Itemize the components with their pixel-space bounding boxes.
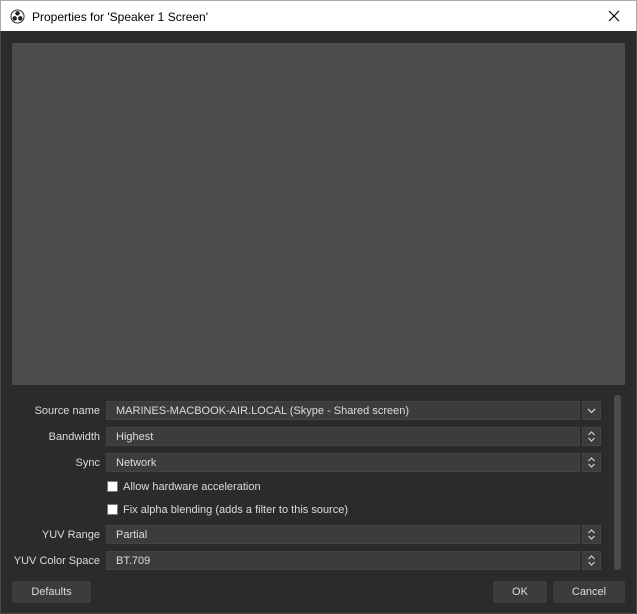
bandwidth-value: Highest	[116, 431, 154, 443]
fix-alpha-blending-checkbox[interactable]	[107, 504, 118, 515]
bandwidth-select[interactable]: Highest	[106, 427, 580, 446]
sync-label: Sync	[75, 457, 100, 469]
fix-alpha-blending-label[interactable]: Fix alpha blending (adds a filter to thi…	[123, 504, 348, 516]
yuv-color-space-select[interactable]: BT.709	[106, 551, 580, 570]
properties-scrollbar[interactable]	[612, 393, 622, 572]
window-title: Properties for 'Speaker 1 Screen'	[32, 10, 209, 24]
up-down-arrows-icon	[588, 555, 595, 566]
chevron-down-icon	[587, 408, 596, 413]
yuv-color-space-spinner-button[interactable]	[582, 551, 601, 570]
hardware-acceleration-label[interactable]: Allow hardware acceleration	[123, 481, 261, 493]
yuv-range-label: YUV Range	[41, 529, 100, 541]
scrollbar-thumb[interactable]	[614, 395, 621, 570]
yuv-color-space-label: YUV Color Space	[13, 555, 100, 567]
source-name-dropdown-button[interactable]	[582, 401, 601, 420]
bandwidth-label: Bandwidth	[48, 431, 100, 443]
cancel-button[interactable]: Cancel	[553, 581, 625, 603]
title-bar: Properties for 'Speaker 1 Screen'	[0, 0, 637, 31]
yuv-range-select[interactable]: Partial	[106, 525, 580, 544]
ok-button[interactable]: OK	[493, 581, 547, 603]
source-name-label: Source name	[34, 405, 100, 417]
sync-spinner-button[interactable]	[582, 453, 601, 472]
hardware-acceleration-checkbox[interactable]	[107, 481, 118, 492]
up-down-arrows-icon	[588, 457, 595, 468]
obs-logo-icon	[10, 9, 25, 24]
source-name-select[interactable]: MARINES-MACBOOK-AIR.LOCAL (Skype - Share…	[106, 401, 580, 420]
yuv-color-space-value: BT.709	[116, 555, 151, 567]
yuv-range-value: Partial	[116, 529, 148, 541]
close-icon	[608, 10, 620, 22]
bandwidth-spinner-button[interactable]	[582, 427, 601, 446]
up-down-arrows-icon	[588, 431, 595, 442]
defaults-button[interactable]: Defaults	[12, 581, 91, 603]
sync-select[interactable]: Network	[106, 453, 580, 472]
source-name-value: MARINES-MACBOOK-AIR.LOCAL (Skype - Share…	[116, 405, 410, 417]
sync-value: Network	[116, 457, 157, 469]
source-preview	[12, 43, 625, 385]
up-down-arrows-icon	[588, 529, 595, 540]
close-button[interactable]	[592, 1, 636, 31]
yuv-range-spinner-button[interactable]	[582, 525, 601, 544]
